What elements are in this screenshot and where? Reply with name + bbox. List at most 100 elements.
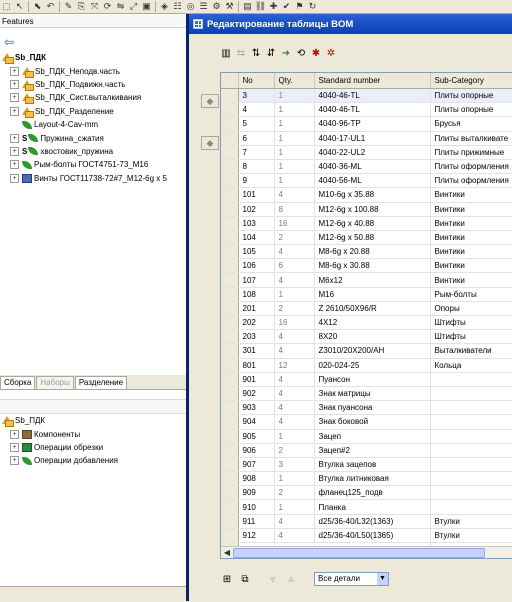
row-header[interactable] xyxy=(221,216,239,231)
assembly-root[interactable]: Sb_ПДК xyxy=(0,414,190,428)
expand-icon[interactable]: + xyxy=(10,160,19,170)
cell-sub-category[interactable] xyxy=(430,414,512,430)
dialog-titlebar[interactable]: Редактирование таблицы BOM xyxy=(189,14,512,34)
table-row[interactable]: 904 4 Знак боковой xyxy=(221,414,512,430)
settings-icon[interactable]: ⚙ xyxy=(211,1,222,12)
replace-icon[interactable]: ✲ xyxy=(325,47,337,59)
expand-icon[interactable]: + xyxy=(10,133,19,143)
arrow-select-icon[interactable]: ↖ xyxy=(14,1,25,12)
table-row[interactable]: 912 4 d25/36-40/L50(1365) Втулки xyxy=(221,528,512,544)
cell-no[interactable]: 901 xyxy=(238,372,275,387)
scale-icon[interactable]: ⤢ xyxy=(128,1,139,12)
row-header[interactable] xyxy=(221,230,239,246)
cell-standard-number[interactable]: Зацеп xyxy=(314,429,431,444)
assembly-icon[interactable]: ◈ xyxy=(159,1,170,12)
cell-no[interactable]: 105 xyxy=(238,244,275,260)
cell-standard-number[interactable]: Втулка литниковая xyxy=(314,471,431,487)
cell-sub-category[interactable]: Рым-болты xyxy=(430,287,512,302)
tree-root[interactable]: Sb_ПДК xyxy=(0,51,190,65)
cell-standard-number[interactable]: Втулка зацепов xyxy=(314,457,431,473)
cell-qty[interactable]: 1 xyxy=(274,102,315,118)
table-row[interactable]: 107 4 M6x12 Винтики xyxy=(221,272,512,288)
cell-standard-number[interactable]: Знак матрицы xyxy=(314,386,431,402)
part-toolbar-icon[interactable]: ▣ xyxy=(141,1,152,12)
row-header[interactable] xyxy=(221,88,239,104)
cell-sub-category[interactable]: Плиты выталкивате xyxy=(430,131,512,146)
row-header[interactable] xyxy=(221,244,239,260)
cell-no[interactable]: 106 xyxy=(238,258,275,274)
expand-icon[interactable]: + xyxy=(10,429,19,439)
tree-item[interactable]: + Винты ГОСТ11738-72#7_M12-6g x 5 xyxy=(0,172,190,185)
cell-qty[interactable]: 4 xyxy=(274,386,315,402)
cell-standard-number[interactable]: 4040-56-ML xyxy=(314,173,431,189)
table-row[interactable]: 8 1 4040-36-ML Плиты оформления xyxy=(221,159,512,175)
cell-no[interactable]: 905 xyxy=(238,429,275,444)
row-header[interactable] xyxy=(221,301,239,317)
cell-standard-number[interactable]: d25/36-40/L50(1365) xyxy=(314,528,431,544)
cell-no[interactable]: 906 xyxy=(238,443,275,458)
cell-no[interactable]: 911 xyxy=(238,514,275,529)
table-row[interactable]: 106 6 M8-6g x 30.88 Винтики xyxy=(221,258,512,274)
cell-qty[interactable]: 2 xyxy=(274,301,315,317)
cell-no[interactable]: 910 xyxy=(238,499,275,515)
row-header[interactable] xyxy=(221,471,239,487)
tree-item[interactable]: + Sb_ПДК_Подвижн.часть xyxy=(0,78,190,91)
cell-qty[interactable]: 1 xyxy=(274,131,315,146)
cell-standard-number[interactable]: M12-6g x 100.88 xyxy=(314,202,431,217)
cell-standard-number[interactable]: 4040-96-TP xyxy=(314,116,431,132)
expand-icon[interactable]: + xyxy=(10,79,19,89)
column-header-qty[interactable]: Qty. xyxy=(274,73,315,89)
cell-no[interactable]: 7 xyxy=(238,145,275,160)
column-header-standard-number[interactable]: Standard number xyxy=(314,73,431,89)
cell-qty[interactable]: 16 xyxy=(274,216,315,231)
cell-qty[interactable]: 4 xyxy=(274,244,315,260)
export-icon[interactable]: ➜ xyxy=(280,47,292,59)
cell-sub-category[interactable]: Брусья xyxy=(430,116,512,132)
cell-sub-category[interactable]: Плиты опорные xyxy=(430,88,512,104)
table-row[interactable]: 907 3 Втулка зацепов xyxy=(221,457,512,473)
cell-no[interactable]: 202 xyxy=(238,315,275,331)
cell-no[interactable]: 4 xyxy=(238,102,275,118)
cell-qty[interactable]: 2 xyxy=(274,230,315,246)
assembly-item-add[interactable]: + Операции добавления xyxy=(0,454,190,467)
cell-qty[interactable]: 4 xyxy=(274,372,315,387)
cell-standard-number[interactable]: 4040-22-UL2 xyxy=(314,145,431,160)
cell-no[interactable]: 907 xyxy=(238,457,275,473)
cell-qty[interactable]: 8 xyxy=(274,202,315,217)
cell-sub-category[interactable]: Винтики xyxy=(430,244,512,260)
cell-sub-category[interactable]: Втулки xyxy=(430,528,512,544)
chevron-down-icon[interactable]: ▼ xyxy=(377,573,388,585)
table-row[interactable]: 5 1 4040-96-TP Брусья xyxy=(221,116,512,132)
row-header[interactable] xyxy=(221,343,239,359)
row-header[interactable] xyxy=(221,528,239,544)
cell-standard-number[interactable]: M12-6g x 40.88 xyxy=(314,216,431,231)
row-header[interactable] xyxy=(221,315,239,331)
cell-qty[interactable]: 4 xyxy=(274,329,315,345)
tree-item[interactable]: + Sb_ПДК_Сист.выталкивания xyxy=(0,91,190,105)
cell-qty[interactable]: 1 xyxy=(274,287,315,302)
mirror-icon[interactable]: ⇋ xyxy=(115,1,126,12)
expand-icon[interactable]: + xyxy=(10,456,19,466)
cell-standard-number[interactable]: M8-6g x 30.88 xyxy=(314,258,431,274)
cell-qty[interactable]: 1 xyxy=(274,159,315,175)
row-header[interactable] xyxy=(221,202,239,217)
table-row[interactable]: 102 8 M12-6g x 100.88 Винтики xyxy=(221,202,512,217)
row-header[interactable] xyxy=(221,372,239,387)
table-row[interactable]: 101 4 M10-6g x 35.88 Винтики xyxy=(221,187,512,203)
table-row[interactable]: 201 2 Z 2610/50Х96/R Опоры xyxy=(221,301,512,317)
cell-sub-category[interactable]: Кольца xyxy=(430,358,512,373)
cell-sub-category[interactable] xyxy=(430,400,512,416)
cell-sub-category[interactable] xyxy=(430,471,512,487)
cell-sub-category[interactable]: Плиты оформления xyxy=(430,173,512,189)
cell-sub-category[interactable]: Винтики xyxy=(430,230,512,246)
table-row[interactable]: 905 1 Зацеп xyxy=(221,429,512,444)
table-row[interactable]: 108 1 M16 Рым-болты xyxy=(221,287,512,302)
row-header[interactable] xyxy=(221,145,239,160)
find-icon[interactable]: ✱ xyxy=(310,47,322,59)
select-icon[interactable]: ⬚ xyxy=(1,1,12,12)
cell-standard-number[interactable]: Z3010/20Х200/AH xyxy=(314,343,431,359)
cell-qty[interactable]: 4 xyxy=(274,528,315,544)
check-icon[interactable]: ✔ xyxy=(281,1,292,12)
tree-item[interactable]: Layout-4-Cav-mm xyxy=(0,118,190,131)
cell-no[interactable]: 107 xyxy=(238,272,275,288)
